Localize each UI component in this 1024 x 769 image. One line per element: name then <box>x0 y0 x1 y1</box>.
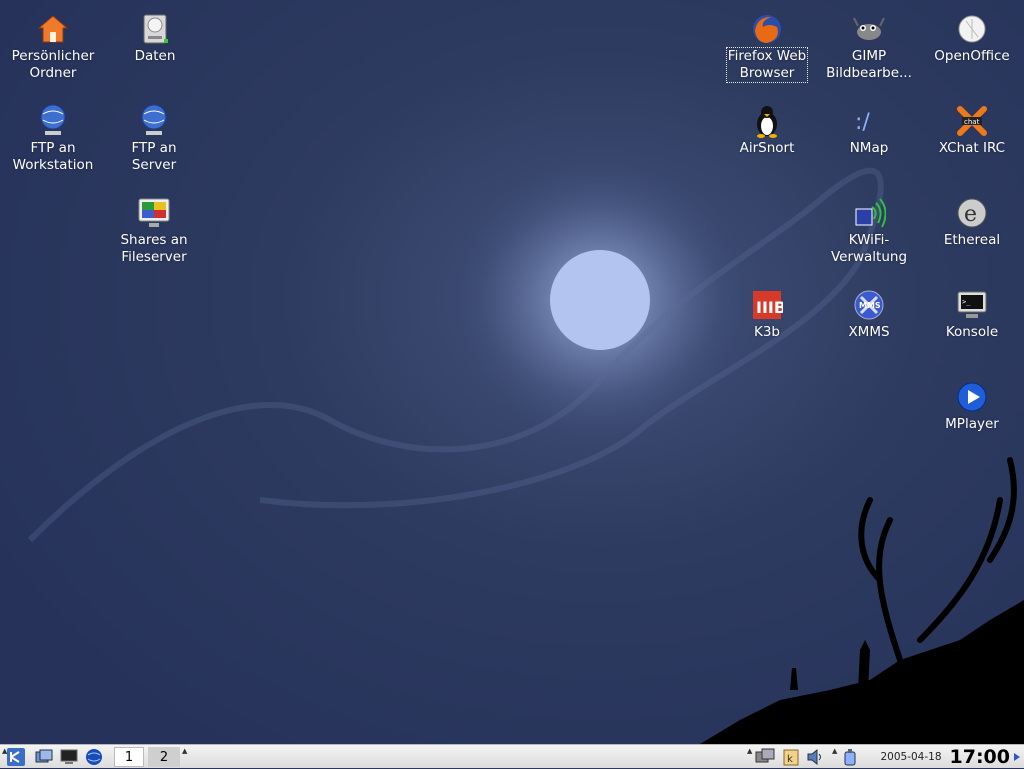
network-globe-icon <box>36 104 70 138</box>
desktop-icon-openoffice[interactable]: OpenOffice <box>922 12 1022 65</box>
svg-text:e: e <box>964 202 977 227</box>
desktop-icon-gimp[interactable]: GIMP Bildbearbe... <box>819 12 919 82</box>
terminal-icon: >_ <box>955 288 989 322</box>
desktop-icon-label: MPlayer <box>945 416 999 432</box>
nmap-icon: :/ <box>852 104 886 138</box>
kde-menu-button[interactable] <box>6 747 26 767</box>
monitor-share-icon <box>137 196 171 230</box>
tray-network-icon[interactable] <box>754 747 776 767</box>
desktop-icon-label: FTP an Workstation <box>12 140 94 173</box>
desktop-icon-label: NMap <box>849 140 889 156</box>
ethereal-icon: e <box>955 196 989 230</box>
network-globe-icon <box>137 104 171 138</box>
openoffice-icon <box>955 12 989 46</box>
svg-text:IIIB: IIIB <box>756 298 783 317</box>
desktop-icon-label: FTP an Server <box>131 140 177 173</box>
wifi-icon <box>852 196 886 230</box>
desktop-icon-k3b[interactable]: IIIB K3b <box>717 288 817 341</box>
panel-hide-button[interactable] <box>1011 747 1023 767</box>
svg-text::/: :/ <box>855 110 870 135</box>
tray-arrow-icon: ▲ <box>832 747 838 755</box>
panel-arrow-icon: ▲ <box>182 747 188 755</box>
globe-icon <box>86 749 102 765</box>
kde-logo-icon <box>7 748 25 766</box>
desktop-icon-label: Persönlicher Ordner <box>11 48 95 81</box>
xmms-icon: MMS <box>852 288 886 322</box>
desktop-icon-shares[interactable]: Shares an Fileserver <box>104 196 204 266</box>
gimp-icon <box>852 12 886 46</box>
desktop-icon-konsole[interactable]: >_ Konsole <box>922 288 1022 341</box>
windows-icon <box>35 749 53 763</box>
desktop-icon-xmms[interactable]: MMS XMMS <box>819 288 919 341</box>
desktop-icon-airsnort[interactable]: AirSnort <box>717 104 817 157</box>
desktop-icon-nmap[interactable]: :/ NMap <box>819 104 919 157</box>
terminal-icon <box>60 749 78 764</box>
pager-desktop-2[interactable]: 2 <box>148 747 180 767</box>
clock[interactable]: 2005-04-18 17:00 <box>880 745 1010 769</box>
desktop-icon-label: Daten <box>134 48 176 64</box>
desktop-icon-label: KWiFi- Verwaltung <box>830 232 908 265</box>
mplayer-play-icon <box>955 380 989 414</box>
tux-icon <box>750 104 784 138</box>
hard-drive-icon <box>138 12 172 46</box>
desktop-icon-label: Ethereal <box>943 232 1001 248</box>
pager-label: 2 <box>159 749 169 765</box>
pager-desktop-1[interactable]: 1 <box>114 747 144 767</box>
desktop-icon-label: Firefox Web Browser <box>725 47 809 83</box>
right-arrow-icon <box>1014 753 1020 761</box>
clock-date: 2005-04-18 <box>880 751 942 763</box>
tray-volume-icon[interactable] <box>805 747 825 767</box>
desktop-icon-kwifi[interactable]: KWiFi- Verwaltung <box>819 196 919 266</box>
desktop-icon-label: K3b <box>753 324 780 340</box>
terminal-launcher[interactable] <box>59 747 79 767</box>
svg-text:>_: >_ <box>962 298 971 306</box>
desktop-icon-label: OpenOffice <box>934 48 1010 64</box>
svg-text:MMS: MMS <box>859 301 881 310</box>
svg-text:k: k <box>787 754 793 765</box>
k3b-icon: IIIB <box>750 288 784 322</box>
desktop-icon-label: XMMS <box>848 324 890 340</box>
tray-arrow-icon: ▲ <box>747 747 753 755</box>
desktop-icon-ethereal[interactable]: e Ethereal <box>922 196 1022 249</box>
desktop-icon-label: Shares an Fileserver <box>120 232 188 265</box>
desktop-icon-firefox[interactable]: Firefox Web Browser <box>717 12 817 83</box>
browser-launcher[interactable] <box>84 747 104 767</box>
home-folder-icon <box>36 12 70 46</box>
desktop-icon-label: Konsole <box>945 324 999 340</box>
desktop-icon-label: AirSnort <box>739 140 795 156</box>
desktop-icon-ftp-workstation[interactable]: FTP an Workstation <box>3 104 103 174</box>
desktop-icon-ftp-server[interactable]: FTP an Server <box>104 104 204 174</box>
desktop-icon-home[interactable]: Persönlicher Ordner <box>3 12 103 82</box>
svg-text:chat: chat <box>964 118 980 126</box>
clock-time: 17:00 <box>949 746 1010 768</box>
desktop-icon-xchat[interactable]: chat XChat IRC <box>922 104 1022 157</box>
desktop-icon-mplayer[interactable]: MPlayer <box>922 380 1022 433</box>
desktop-icon-label: GIMP Bildbearbe... <box>826 48 912 81</box>
show-desktop-button[interactable] <box>34 747 54 767</box>
firefox-icon <box>750 12 784 46</box>
silhouette-post <box>790 668 798 690</box>
desktop-icon-label: XChat IRC <box>938 140 1006 156</box>
panel-arrow-icon: ▲ <box>2 747 8 755</box>
tray-klipper-icon[interactable]: k <box>781 747 801 767</box>
pager-label: 1 <box>124 749 134 765</box>
silhouette-figure <box>858 640 870 690</box>
xchat-icon: chat <box>955 104 989 138</box>
desktop-icon-daten[interactable]: Daten <box>105 12 205 65</box>
tray-kwifi-icon[interactable] <box>840 747 860 767</box>
kde-panel: 1 2 ▲ ▲ ▲ k ▲ 2005-04-18 17:00 <box>0 744 1024 768</box>
moon <box>550 250 650 350</box>
